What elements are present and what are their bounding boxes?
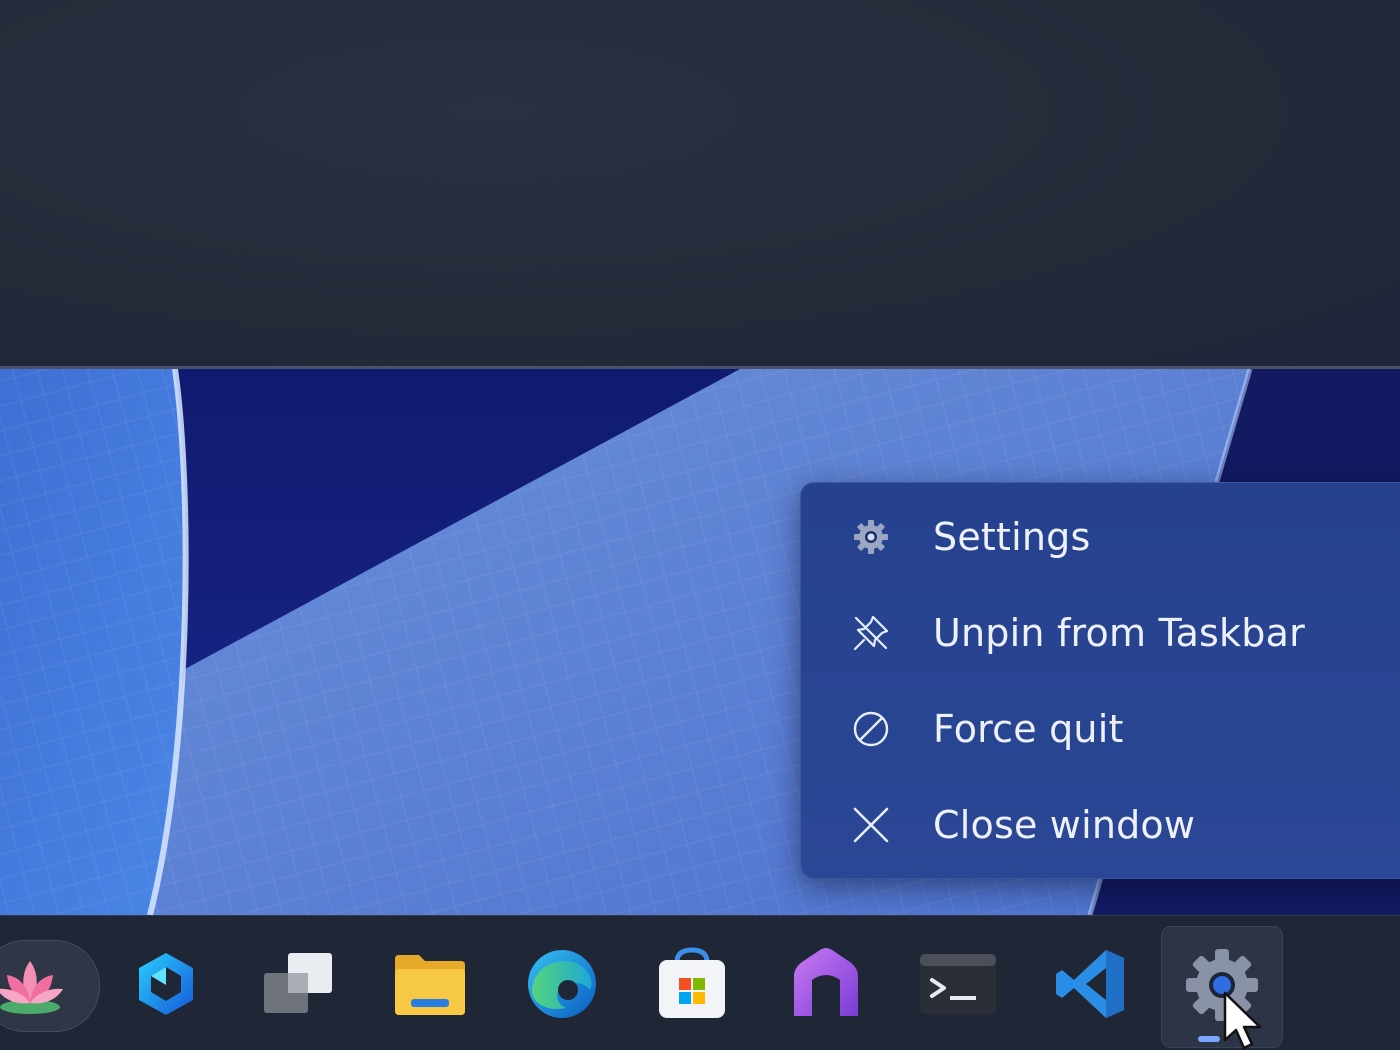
- vscode-button[interactable]: [1048, 944, 1132, 1028]
- widgets-button[interactable]: [0, 940, 100, 1032]
- file-explorer-icon: [391, 949, 469, 1024]
- no-entry-icon: [849, 707, 893, 751]
- store-icon: [655, 946, 729, 1027]
- task-view-button[interactable]: [256, 944, 340, 1028]
- copilot-icon: [131, 949, 201, 1024]
- taskbar-context-menu: Settings Unpin from Taskbar Force quit C…: [800, 482, 1400, 879]
- copilot-button[interactable]: [124, 944, 208, 1028]
- task-view-icon: [260, 949, 336, 1024]
- top-dark-region: [0, 0, 1400, 368]
- desktop: Settings Unpin from Taskbar Force quit C…: [0, 0, 1400, 1050]
- terminal-icon: [918, 952, 998, 1021]
- lotus-widget-icon: [0, 955, 65, 1022]
- vscode-icon: [1052, 946, 1128, 1027]
- store-button[interactable]: [650, 944, 734, 1028]
- edge-button[interactable]: [520, 944, 604, 1028]
- menu-item-label: Unpin from Taskbar: [933, 611, 1305, 655]
- close-icon: [849, 803, 893, 847]
- edge-icon: [524, 946, 600, 1027]
- taskbar: [0, 915, 1400, 1050]
- menu-item-close-window[interactable]: Close window: [801, 777, 1400, 873]
- menu-item-label: Settings: [933, 515, 1091, 559]
- menu-item-settings[interactable]: Settings: [801, 489, 1400, 585]
- menu-item-unpin[interactable]: Unpin from Taskbar: [801, 585, 1400, 681]
- home-app-button[interactable]: [784, 944, 868, 1028]
- gear-icon: [849, 515, 893, 559]
- menu-item-label: Force quit: [933, 707, 1124, 751]
- home-app-icon: [788, 946, 864, 1027]
- mouse-pointer-icon: [1222, 990, 1266, 1050]
- terminal-button[interactable]: [916, 944, 1000, 1028]
- running-indicator: [1198, 1036, 1220, 1042]
- file-explorer-button[interactable]: [388, 944, 472, 1028]
- menu-item-label: Close window: [933, 803, 1196, 847]
- unpin-icon: [849, 611, 893, 655]
- menu-item-force-quit[interactable]: Force quit: [801, 681, 1400, 777]
